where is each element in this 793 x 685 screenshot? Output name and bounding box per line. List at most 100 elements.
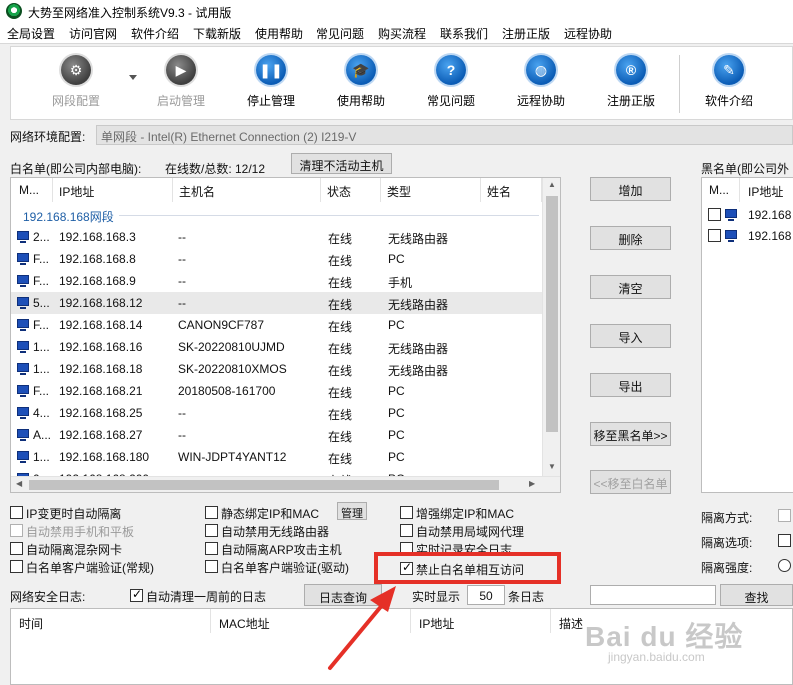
column-header-ip[interactable]: IP地址: [740, 178, 793, 202]
software-intro-button[interactable]: ✎ 软件介绍: [685, 55, 773, 117]
checkbox[interactable]: [400, 524, 413, 537]
column-header-name[interactable]: 姓名: [481, 178, 542, 202]
menu-help[interactable]: 使用帮助: [255, 25, 303, 42]
column-header-hostname[interactable]: 主机名: [173, 178, 321, 202]
row-checkbox[interactable]: [708, 208, 721, 221]
faq-button[interactable]: ? 常见问题: [407, 55, 495, 117]
menu-contact[interactable]: 联系我们: [440, 25, 488, 42]
table-row[interactable]: A... 192.168.168.27 -- 在线 PC: [11, 424, 544, 446]
table-row[interactable]: 192.168: [702, 225, 793, 247]
move-to-whitelist-button[interactable]: <<移至白名单: [590, 470, 671, 494]
table-row[interactable]: F... 192.168.168.14 CANON9CF787 在线 PC: [11, 314, 544, 336]
remote-assist-button[interactable]: ◍ 远程协助: [497, 55, 585, 117]
computer-icon: [17, 253, 29, 265]
row-mac: 2...: [33, 230, 50, 244]
isolation-strength-radio[interactable]: [778, 559, 791, 572]
chevron-down-icon[interactable]: [129, 75, 137, 80]
menu-remote-assist[interactable]: 远程协助: [564, 25, 612, 42]
option-label: 白名单客户端验证(驱动): [221, 561, 349, 575]
row-ip: 192.168.168.8: [59, 252, 136, 266]
log-query-button[interactable]: 日志查询: [304, 584, 382, 606]
checkbox[interactable]: [205, 542, 218, 555]
import-button[interactable]: 导入: [590, 324, 671, 348]
blacklist-table: M... IP地址 192.168 192.168: [701, 177, 793, 493]
row-checkbox[interactable]: [708, 229, 721, 242]
menu-download-new[interactable]: 下载新版: [193, 25, 241, 42]
table-row[interactable]: F... 192.168.168.21 20180508-161700 在线 PC: [11, 380, 544, 402]
table-row[interactable]: 1... 192.168.168.18 SK-20220810XMOS 在线 无线路由器: [11, 358, 544, 380]
table-row[interactable]: F... 192.168.168.8 -- 在线 PC: [11, 248, 544, 270]
security-log-label: 网络安全日志:: [10, 590, 86, 604]
column-header-status[interactable]: 状态: [321, 178, 381, 202]
scrollbar-thumb[interactable]: [29, 480, 499, 490]
help-label: 使用帮助: [336, 94, 385, 108]
network-group-header[interactable]: 192.168.168网段: [23, 208, 114, 225]
vertical-scrollbar[interactable]: ▲ ▼: [542, 178, 560, 476]
checkbox[interactable]: [130, 587, 143, 602]
scroll-left-icon[interactable]: ◀: [16, 479, 22, 488]
menu-register[interactable]: 注册正版: [502, 25, 550, 42]
search-button[interactable]: 查找: [720, 584, 793, 606]
scrollbar-thumb[interactable]: [546, 196, 558, 432]
row-ip: 192.168.168.18: [59, 362, 143, 376]
checkbox[interactable]: [205, 524, 218, 537]
scroll-up-icon[interactable]: ▲: [548, 180, 556, 189]
remote-assist-label: 远程协助: [516, 94, 565, 108]
isolation-option-checkbox[interactable]: [778, 534, 791, 547]
stop-management-button[interactable]: ❚❚ 停止管理: [227, 55, 315, 117]
row-hostname: --: [178, 406, 186, 420]
table-row[interactable]: 4... 192.168.168.25 -- 在线 PC: [11, 402, 544, 424]
menu-visit-website[interactable]: 访问官网: [69, 25, 117, 42]
start-management-button[interactable]: ▶ 启动管理: [137, 55, 225, 117]
add-button[interactable]: 增加: [590, 177, 671, 201]
register-button[interactable]: ® 注册正版: [587, 55, 675, 117]
column-header-type[interactable]: 类型: [381, 178, 481, 202]
export-button[interactable]: 导出: [590, 373, 671, 397]
checkbox[interactable]: [10, 560, 23, 573]
clear-button[interactable]: 清空: [590, 275, 671, 299]
option-label: 自动禁用无线路由器: [221, 525, 330, 539]
log-count-input[interactable]: 50: [467, 585, 505, 605]
search-input[interactable]: [590, 585, 716, 605]
menu-software-intro[interactable]: 软件介绍: [131, 25, 179, 42]
app-logo-icon: [6, 3, 22, 19]
table-row[interactable]: 2... 192.168.168.3 -- 在线 无线路由器: [11, 226, 544, 248]
horizontal-scrollbar[interactable]: ◀ ▶: [11, 476, 560, 492]
column-header-mac[interactable]: M...: [11, 178, 53, 202]
column-header-mac[interactable]: M...: [702, 178, 740, 202]
table-row[interactable]: F... 192.168.168.9 -- 在线 手机: [11, 270, 544, 292]
menu-global-settings[interactable]: 全局设置: [7, 25, 55, 42]
scroll-right-icon[interactable]: ▶: [529, 479, 535, 488]
window-title: 大势至网络准入控制系统V9.3 - 试用版: [28, 6, 232, 20]
table-row[interactable]: 5... 192.168.168.12 -- 在线 无线路由器: [11, 292, 544, 314]
checkbox[interactable]: [10, 506, 23, 519]
table-row[interactable]: 192.168: [702, 204, 793, 226]
table-row[interactable]: 1... 192.168.168.180 WIN-JDPT4YANT12 在线 PC: [11, 446, 544, 468]
clear-inactive-button[interactable]: 清理不活动主机: [291, 153, 392, 174]
column-header-ip[interactable]: IP地址: [53, 178, 173, 202]
scroll-down-icon[interactable]: ▼: [548, 462, 556, 471]
delete-button[interactable]: 删除: [590, 226, 671, 250]
network-config-button[interactable]: ⚙ 网段配置: [32, 55, 120, 117]
menu-faq[interactable]: 常见问题: [316, 25, 364, 42]
checkbox[interactable]: [205, 506, 218, 519]
checkbox[interactable]: [400, 506, 413, 519]
checkbox[interactable]: [10, 542, 23, 555]
row-ip: 192.168.168.21: [59, 384, 143, 398]
column-header-ip[interactable]: IP地址: [411, 609, 551, 633]
manage-button[interactable]: 管理: [337, 502, 367, 520]
row-hostname: WIN-JDPT4YANT12: [178, 450, 287, 464]
column-header-time[interactable]: 时间: [11, 609, 211, 633]
computer-icon: [17, 319, 29, 331]
row-mac: 1...: [33, 362, 50, 376]
move-to-blacklist-button[interactable]: 移至黑名单>>: [590, 422, 671, 446]
row-hostname: 20180508-161700: [178, 384, 276, 398]
checkbox[interactable]: [205, 560, 218, 573]
column-header-mac[interactable]: MAC地址: [211, 609, 411, 633]
menu-purchase[interactable]: 购买流程: [378, 25, 426, 42]
network-select[interactable]: 单网段 - Intel(R) Ethernet Connection (2) I…: [96, 125, 793, 145]
help-button[interactable]: 🎓 使用帮助: [317, 55, 405, 117]
table-row[interactable]: 1... 192.168.168.16 SK-20220810UJMD 在线 无线路由器: [11, 336, 544, 358]
checkbox[interactable]: [10, 524, 23, 537]
isolation-mode-checkbox[interactable]: [778, 509, 791, 522]
